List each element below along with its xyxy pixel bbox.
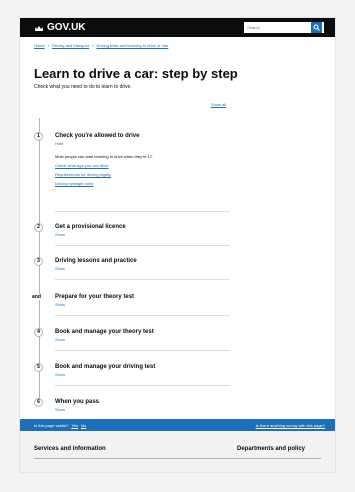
step-number-badge: 6 — [34, 398, 43, 407]
breadcrumb-driving-transport[interactable]: Driving and transport — [52, 43, 89, 48]
step-toggle[interactable]: Show — [55, 232, 65, 237]
footer-divider — [34, 458, 321, 459]
step-number-badge: 2 — [34, 223, 43, 232]
search-box — [244, 22, 324, 33]
step-title[interactable]: When you pass — [55, 399, 99, 405]
breadcrumb-home[interactable]: Home — [34, 43, 45, 48]
breadcrumb-separator: › — [47, 43, 50, 48]
step-title[interactable]: Check you're allowed to drive — [55, 133, 139, 139]
step-divider — [55, 279, 230, 280]
step-toggle[interactable]: Show — [55, 337, 65, 342]
footer-heading-services: Services and information — [34, 446, 106, 452]
breadcrumb: Home › Driving and transport › Driving t… — [34, 43, 321, 48]
feedback-yes-link[interactable]: Yes — [71, 423, 78, 428]
step-divider — [55, 385, 230, 386]
step-divider — [55, 211, 230, 212]
step-panel-text: Most people can start learning to drive … — [55, 154, 154, 159]
step-title[interactable]: Driving lessons and practice — [55, 258, 137, 264]
step-number-badge: 4 — [34, 328, 43, 337]
govuk-logo-link[interactable]: GOV.UK — [34, 22, 86, 33]
step-toggle[interactable]: Show — [55, 407, 65, 412]
step-toggle[interactable]: Show — [55, 372, 65, 377]
footer-heading-departments: Departments and policy — [237, 446, 306, 452]
search-button[interactable] — [311, 22, 322, 33]
feedback-report-problem-link[interactable]: Is there anything wrong with this page? — [256, 423, 325, 428]
step-divider — [55, 245, 230, 246]
feedback-question-group: Is this page useful? Yes No — [34, 423, 86, 428]
breadcrumb-separator: › — [92, 43, 94, 48]
page-title: Learn to drive a car: step by step — [34, 66, 238, 81]
step-number-badge: 1 — [34, 132, 43, 141]
step-title[interactable]: Prepare for your theory test — [55, 294, 134, 300]
logo-text: GOV.UK — [47, 22, 86, 33]
site-footer: Services and information Departments and… — [20, 431, 335, 472]
page-lede: Check what you need to do to learn to dr… — [34, 84, 132, 90]
step-number-badge: 3 — [34, 257, 43, 266]
feedback-bar: Is this page useful? Yes No Is there any… — [20, 419, 335, 431]
step-link-requirements[interactable]: Requirements for driving legally — [55, 172, 153, 177]
crown-icon — [35, 25, 43, 31]
step-panel: Most people can start learning to drive … — [55, 154, 153, 186]
step-divider — [55, 315, 230, 316]
feedback-no-link[interactable]: No — [81, 423, 86, 428]
step-and-marker: and — [32, 294, 41, 300]
search-input[interactable] — [244, 23, 311, 32]
feedback-question: Is this page useful? — [34, 423, 69, 428]
step-title[interactable]: Book and manage your driving test — [55, 364, 155, 370]
search-icon — [313, 24, 320, 31]
step-title[interactable]: Book and manage your theory test — [55, 329, 154, 335]
step-title[interactable]: Get a provisional licence — [55, 224, 126, 230]
step-toggle[interactable]: Show — [55, 266, 65, 271]
step-toggle[interactable]: Hide — [55, 141, 63, 146]
step-link-eyesight[interactable]: Driving eyesight rules — [55, 181, 153, 186]
step-number-badge: 5 — [34, 363, 43, 372]
breadcrumb-driving-tests[interactable]: Driving tests and learning to drive or r… — [97, 43, 169, 48]
site-header: GOV.UK — [20, 18, 335, 37]
show-all-link[interactable]: Show all — [211, 102, 226, 107]
step-link-age[interactable]: Check what age you can drive — [55, 163, 153, 168]
page: GOV.UK Home › Driving and transport › Dr… — [20, 18, 335, 472]
step-toggle[interactable]: Show — [55, 302, 65, 307]
step-divider — [55, 350, 230, 351]
